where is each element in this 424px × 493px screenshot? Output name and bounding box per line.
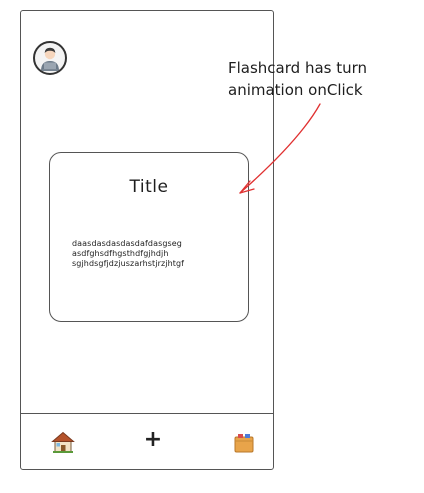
canvas: Title daasdasdasdasdafdasgseg asdfghsdfh… [0,0,424,493]
flashcard-body: daasdasdasdasdafdasgseg asdfghsdfhgsthdf… [72,239,242,269]
annotation-line: animation onClick [228,81,363,99]
plus-icon: + [143,427,163,452]
flashcard-body-line: daasdasdasdasdafdasgseg [72,239,182,248]
technologist-icon [41,47,59,71]
avatar[interactable] [33,41,67,75]
house-icon [51,431,75,453]
nav-home-button[interactable] [50,429,76,455]
nav-box-button[interactable] [231,429,257,455]
box-icon [234,434,254,453]
annotation-line: Flashcard has turn [228,59,368,77]
bottom-nav-divider [21,413,273,414]
flashcard-body-line: asdfghsdfhgsthdfgjhdjh [72,249,169,258]
flashcard-title: Title [129,177,169,197]
flashcard[interactable]: Title daasdasdasdasdafdasgseg asdfghsdfh… [49,152,249,322]
flashcard-body-line: sgjhdsgfjdzjuszarhstjrzjhtgf [72,259,185,268]
annotation-note: Flashcard has turn animation onClick [228,57,424,101]
nav-add-button[interactable]: + [140,427,166,455]
